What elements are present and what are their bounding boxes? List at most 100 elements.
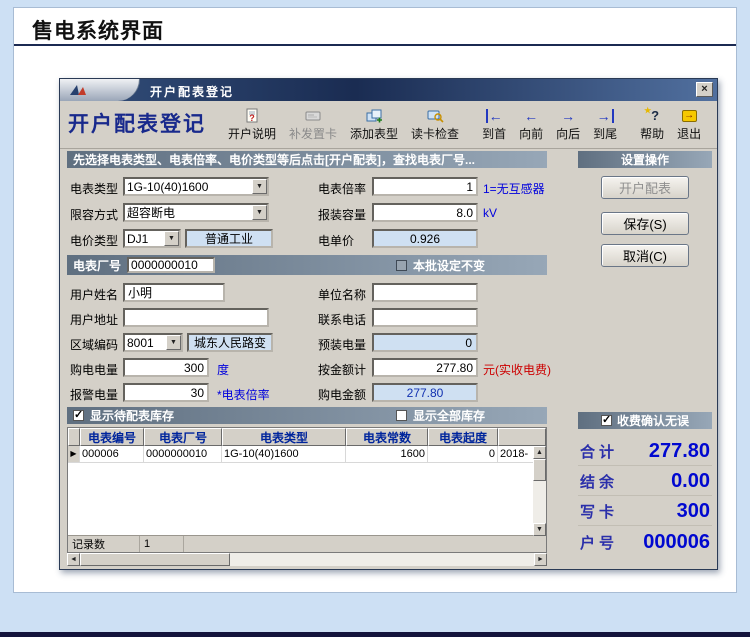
chevron-down-icon[interactable]: ▼ <box>252 205 267 220</box>
toolbar-button-label: 向前 <box>519 125 543 142</box>
area-code-combo[interactable]: 8001 ▼ <box>123 333 183 352</box>
alarm-label: 报警电量 <box>70 386 118 403</box>
cell-constant: 1600 <box>346 446 428 463</box>
scroll-up-icon[interactable]: ▲ <box>533 446 546 459</box>
col-factory-no[interactable]: 电表厂号 <box>144 428 222 446</box>
meter-ratio-label: 电表倍率 <box>318 180 366 197</box>
card-gray-icon <box>305 108 321 124</box>
chevron-down-icon[interactable]: ▼ <box>166 335 181 350</box>
chevron-down-icon[interactable]: ▼ <box>164 231 179 246</box>
area-code-label: 区域编码 <box>70 336 118 353</box>
toolbar-button-read-card-check[interactable]: 读卡检查 <box>406 104 464 146</box>
cell-meter-type: 1G-10(40)1600 <box>222 446 346 463</box>
doc-question-icon: ? <box>244 108 260 124</box>
capacity-input[interactable] <box>372 203 478 222</box>
price-type-combo[interactable]: DJ1 ▼ <box>123 229 181 248</box>
toolbar-button-label: 开户说明 <box>228 125 276 142</box>
grid-table: 电表编号 电表厂号 电表类型 电表常数 电表起度 ▶ 000006 000000… <box>67 427 547 553</box>
stat-balance-value: 0.00 <box>671 470 710 493</box>
buy-amount-value: 277.80 <box>372 383 478 402</box>
table-row[interactable]: ▶ 000006 0000000010 1G-10(40)1600 1600 0… <box>68 446 546 463</box>
go-first-icon: ← <box>486 108 503 124</box>
stat-account-no-label: 户号 <box>580 532 618 553</box>
stat-balance-label: 结余 <box>580 471 618 492</box>
col-constant[interactable]: 电表常数 <box>346 428 428 446</box>
confirm-checkbox[interactable] <box>601 415 612 426</box>
hscroll-track[interactable] <box>80 553 534 566</box>
go-next-icon: → <box>561 108 575 124</box>
batch-checkbox[interactable] <box>396 260 407 271</box>
scroll-right-icon[interactable]: ► <box>534 553 547 566</box>
scroll-down-icon[interactable]: ▼ <box>533 523 546 536</box>
save-button[interactable]: 保存(S) <box>601 212 689 235</box>
toolbar-button-help[interactable]: ★? 帮助 <box>635 104 669 146</box>
buy-qty-input[interactable] <box>123 358 209 377</box>
user-addr-input[interactable] <box>123 308 269 327</box>
unit-price-label: 电单价 <box>318 232 354 249</box>
toolbar-button-go-next[interactable]: → 向后 <box>551 104 585 146</box>
stat-account-no: 户号 000006 <box>578 528 712 556</box>
toolbar-button-label: 向后 <box>556 125 580 142</box>
toolbar-button-exit[interactable]: → 退出 <box>672 104 706 146</box>
alarm-note: *电表倍率 <box>217 386 270 403</box>
row-marker: ▶ <box>68 446 80 463</box>
scroll-left-icon[interactable]: ◄ <box>67 553 80 566</box>
toolbar-button-go-first[interactable]: ← 到首 <box>477 104 511 146</box>
col-meter-no[interactable]: 电表编号 <box>80 428 144 446</box>
grid-header: 电表编号 电表厂号 电表类型 电表常数 电表起度 <box>68 428 546 446</box>
stock-right-checkbox[interactable] <box>396 410 407 421</box>
close-button[interactable]: × <box>696 82 713 97</box>
hint-text: 先选择电表类型、电表倍率、电价类型等后点击[开户配表]，查找电表厂号... <box>73 151 475 168</box>
page-title: 售电系统界面 <box>32 15 164 45</box>
factory-label: 电表厂号 <box>73 257 121 274</box>
price-type-value: DJ1 <box>125 232 164 246</box>
go-last-icon: → <box>597 108 614 124</box>
assign-meter-button[interactable]: 开户配表 <box>601 176 689 199</box>
toolbar-button-open-instructions[interactable]: ? 开户说明 <box>223 104 281 146</box>
title-divider <box>14 44 736 46</box>
user-name-input[interactable] <box>123 283 225 302</box>
buy-amount-label: 购电金额 <box>318 386 366 403</box>
toolbar-button-label: 退出 <box>677 125 701 142</box>
unit-price-value: 0.926 <box>372 229 478 248</box>
row-buy-qty: 购电电量 度 按金额计 元(实收电费) <box>67 358 547 378</box>
vertical-scrollbar[interactable]: ▲ ▼ <box>533 446 546 536</box>
confirm-bar: 收费确认无误 <box>578 412 712 429</box>
vscroll-track[interactable] <box>533 459 546 523</box>
col-start-reading[interactable]: 电表起度 <box>428 428 498 446</box>
titlebar[interactable]: 开户配表登记 × <box>60 79 717 101</box>
toolbar-button-go-prev[interactable]: ← 向前 <box>514 104 548 146</box>
area-code-desc: 城东人民路变 <box>187 333 273 352</box>
row-user-addr: 用户地址 联系电话 <box>67 308 547 328</box>
cell-factory-no: 0000000010 <box>144 446 222 463</box>
toolbar-button-add-meter-type[interactable]: 添加表型 <box>345 104 403 146</box>
by-amount-input[interactable] <box>372 358 478 377</box>
settings-bar-label: 设置操作 <box>621 151 669 168</box>
phone-input[interactable] <box>372 308 478 327</box>
toolbar-button-go-last[interactable]: → 到尾 <box>588 104 622 146</box>
org-name-input[interactable] <box>372 283 478 302</box>
factory-input[interactable] <box>127 257 215 273</box>
stock-left-checkbox[interactable] <box>73 410 84 421</box>
area-code-value: 8001 <box>125 336 166 350</box>
vscroll-thumb[interactable] <box>533 459 546 481</box>
limit-mode-combo[interactable]: 超容断电 ▼ <box>123 203 269 222</box>
stat-total-label: 合计 <box>580 441 618 462</box>
col-meter-type[interactable]: 电表类型 <box>222 428 346 446</box>
meter-ratio-input[interactable] <box>372 177 478 196</box>
go-prev-icon: ← <box>524 108 538 124</box>
horizontal-scrollbar[interactable]: ◄ ► <box>67 553 547 566</box>
hscroll-thumb[interactable] <box>80 553 230 566</box>
cancel-button[interactable]: 取消(C) <box>601 244 689 267</box>
toolbar-button-label: 读卡检查 <box>411 125 459 142</box>
help-icon: ★? <box>645 108 659 124</box>
meter-stock-grid: 电表编号 电表厂号 电表类型 电表常数 电表起度 ▶ 000006 000000… <box>67 427 547 566</box>
chevron-down-icon[interactable]: ▼ <box>252 179 267 194</box>
row-user-name: 用户姓名 单位名称 <box>67 283 547 303</box>
by-amount-label: 按金额计 <box>318 361 366 378</box>
toolbar-button-reissue-card[interactable]: 补发置卡 <box>284 104 342 146</box>
meter-type-combo[interactable]: 1G-10(40)1600 ▼ <box>123 177 269 196</box>
row-limit-mode: 限容方式 超容断电 ▼ 报装容量 kV <box>67 203 547 223</box>
row-price-type: 电价类型 DJ1 ▼ 普通工业 电单价 0.926 <box>67 229 547 249</box>
alarm-input[interactable] <box>123 383 209 402</box>
